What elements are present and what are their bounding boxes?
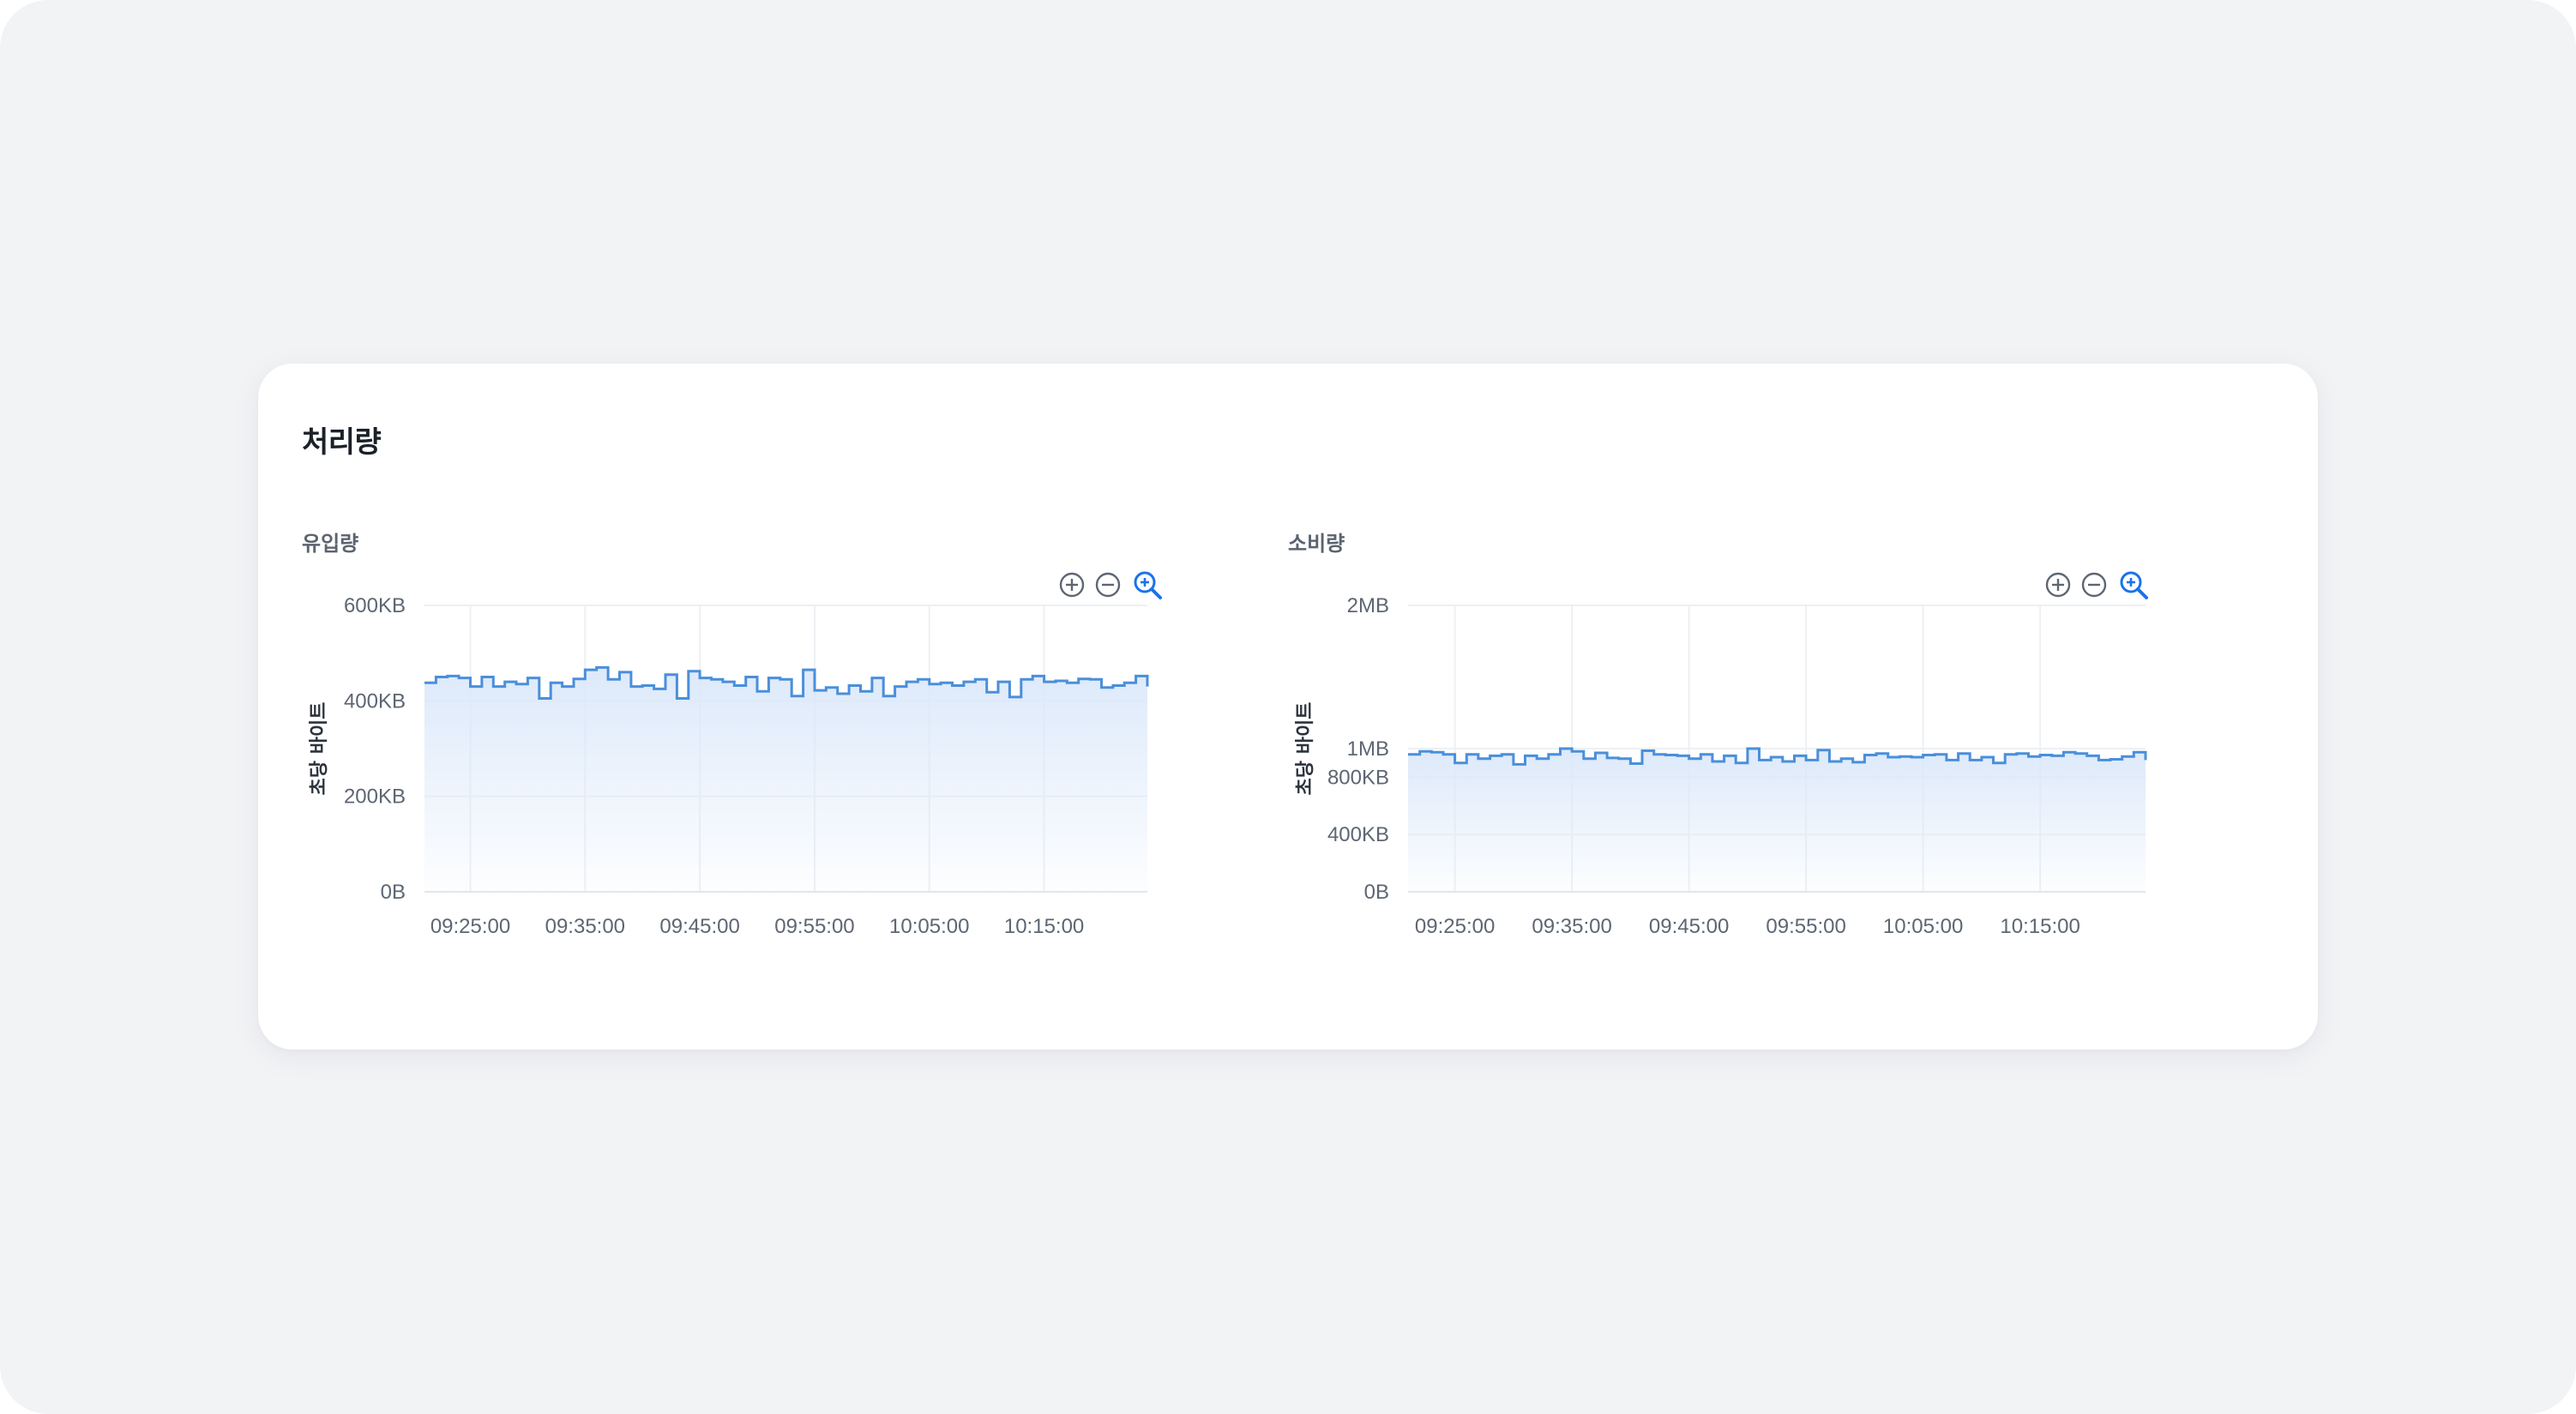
x-tick-label: 09:25:00 <box>430 915 510 938</box>
y-tick-label: 0B <box>381 881 406 904</box>
consumption-panel: 소비량 0B 400KB 800KB 1MB 2MB 09:25:00 09:35:00 09… <box>1288 526 2148 972</box>
x-tick-label: 09:35:00 <box>545 915 625 938</box>
y-tick-label: 600KB <box>344 594 406 617</box>
y-axis-label: 초당 바이트 <box>1295 702 1316 796</box>
y-tick-label: 200KB <box>344 785 406 809</box>
y-tick-label: 400KB <box>344 689 406 713</box>
inflow-chart: 0B 200KB 400KB 600KB 09:25:00 09:35:00 09:45:0… <box>309 594 1149 938</box>
x-tick-label: 09:55:00 <box>1766 915 1845 938</box>
x-tick-label: 09:25:00 <box>1415 915 1495 938</box>
x-tick-label: 09:55:00 <box>774 915 854 938</box>
series-area <box>1408 749 2146 892</box>
series-area <box>424 667 1147 892</box>
x-tick-label: 10:05:00 <box>889 915 969 938</box>
y-tick-label: 2MB <box>1347 594 1389 617</box>
y-tick-label: 400KB <box>1327 823 1389 846</box>
page-background: 처리량 유입량 0B 200KB 400KB 600KB 09:25:00 09:35:0… <box>0 0 2576 1414</box>
x-tick-label: 10:15:00 <box>2000 915 2079 938</box>
inflow-panel: 유입량 0B 200KB 400KB 600KB 09:25:00 09:35:00 09:… <box>302 526 1162 972</box>
x-tick-label: 10:15:00 <box>1004 915 1084 938</box>
consumption-chart: 0B 400KB 800KB 1MB 2MB 09:25:00 09:35:00 09:45:… <box>1295 594 2147 938</box>
x-tick-label: 09:45:00 <box>1649 915 1729 938</box>
x-tick-label: 09:45:00 <box>659 915 739 938</box>
card-title: 처리량 <box>302 425 382 460</box>
x-tick-label: 10:05:00 <box>1883 915 1963 938</box>
y-tick-label: 0B <box>1364 881 1389 904</box>
x-tick-label: 09:35:00 <box>1532 915 1611 938</box>
throughput-card: 처리량 유입량 0B 200KB 400KB 600KB 09:25:00 09:35:0… <box>258 364 2318 1050</box>
y-axis-label: 초당 바이트 <box>309 702 330 796</box>
y-tick-label: 800KB <box>1327 766 1389 789</box>
y-tick-label: 1MB <box>1347 737 1389 761</box>
